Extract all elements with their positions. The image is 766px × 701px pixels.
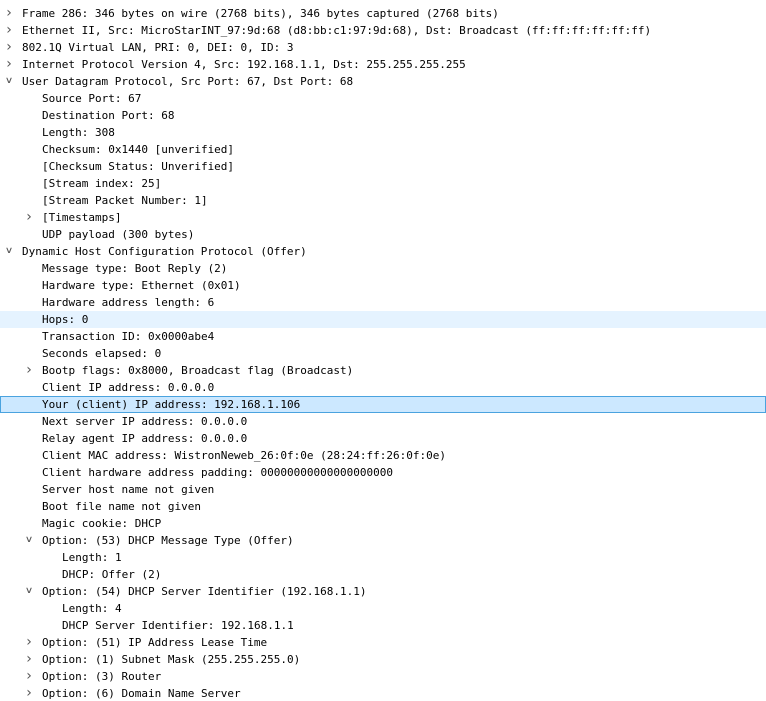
chevron-right-icon[interactable]: ›	[22, 634, 36, 651]
tree-row-label: [Timestamps]	[42, 211, 122, 224]
tree-row[interactable]: Checksum: 0x1440 [unverified]	[0, 141, 766, 158]
tree-row-label: Option: (6) Domain Name Server	[42, 687, 241, 700]
tree-row-label: Checksum: 0x1440 [unverified]	[42, 143, 235, 156]
tree-row[interactable]: › Frame 286: 346 bytes on wire (2768 bits…	[0, 5, 766, 22]
tree-row[interactable]: Magic cookie: DHCP	[0, 515, 766, 532]
tree-row[interactable]: Source Port: 67	[0, 90, 766, 107]
chevron-right-icon[interactable]: ›	[2, 5, 16, 22]
tree-row[interactable]: ∨ Option: (53) DHCP Message Type (Offer)	[0, 532, 766, 549]
tree-row-label: Server host name not given	[42, 483, 215, 496]
tree-row-label: Hops: 0	[42, 313, 89, 326]
chevron-right-icon[interactable]: ›	[22, 685, 36, 701]
tree-row[interactable]: › Internet Protocol Version 4, Src: 192.1…	[0, 56, 766, 73]
tree-row[interactable]: › Bootp flags: 0x8000, Broadcast flag (Br…	[0, 362, 766, 379]
chevron-right-icon[interactable]: ›	[22, 362, 36, 379]
tree-row[interactable]: Hops: 0	[0, 311, 766, 328]
tree-row[interactable]: Hardware address length: 6	[0, 294, 766, 311]
tree-row-label: Option: (1) Subnet Mask (255.255.255.0)	[42, 653, 301, 666]
tree-row[interactable]: Length: 1	[0, 549, 766, 566]
tree-row-label: UDP payload (300 bytes)	[42, 228, 195, 241]
tree-row-label: Bootp flags: 0x8000, Broadcast flag (Bro…	[42, 364, 354, 377]
tree-row-label: Hardware type: Ethernet (0x01)	[42, 279, 241, 292]
tree-row-label: Magic cookie: DHCP	[42, 517, 162, 530]
tree-row-label: Option: (54) DHCP Server Identifier (192…	[42, 585, 367, 598]
chevron-down-icon[interactable]: ∨	[20, 583, 38, 600]
tree-row-label: Transaction ID: 0x0000abe4	[42, 330, 215, 343]
tree-row-label: Seconds elapsed: 0	[42, 347, 162, 360]
chevron-right-icon[interactable]: ›	[2, 56, 16, 73]
tree-row-label: Ethernet II, Src: MicroStarINT_97:9d:68 …	[22, 24, 652, 37]
chevron-right-icon[interactable]: ›	[2, 22, 16, 39]
tree-row[interactable]: Your (client) IP address: 192.168.1.106	[0, 396, 766, 413]
tree-row-label: Destination Port: 68	[42, 109, 175, 122]
tree-row-label: Length: 4	[62, 602, 122, 615]
chevron-right-icon[interactable]: ›	[22, 668, 36, 685]
chevron-right-icon[interactable]: ›	[2, 39, 16, 56]
chevron-down-icon[interactable]: ∨	[20, 532, 38, 549]
tree-row-label: Dynamic Host Configuration Protocol (Off…	[22, 245, 307, 258]
packet-details-tree[interactable]: › Frame 286: 346 bytes on wire (2768 bits…	[0, 0, 766, 701]
tree-row[interactable]: [Checksum Status: Unverified]	[0, 158, 766, 175]
tree-row-label: Your (client) IP address: 192.168.1.106	[42, 398, 301, 411]
tree-row-label: Client IP address: 0.0.0.0	[42, 381, 215, 394]
tree-row-label: Client MAC address: WistronNeweb_26:0f:0…	[42, 449, 446, 462]
tree-row[interactable]: › [Timestamps]	[0, 209, 766, 226]
tree-row[interactable]: Seconds elapsed: 0	[0, 345, 766, 362]
tree-row[interactable]: Client IP address: 0.0.0.0	[0, 379, 766, 396]
tree-row[interactable]: ∨ Dynamic Host Configuration Protocol (Of…	[0, 243, 766, 260]
tree-row[interactable]: Length: 4	[0, 600, 766, 617]
tree-row-label: Client hardware address padding: 0000000…	[42, 466, 393, 479]
tree-row[interactable]: Boot file name not given	[0, 498, 766, 515]
tree-row-label: DHCP Server Identifier: 192.168.1.1	[62, 619, 294, 632]
tree-row[interactable]: › 802.1Q Virtual LAN, PRI: 0, DEI: 0, ID:…	[0, 39, 766, 56]
tree-row-label: Message type: Boot Reply (2)	[42, 262, 228, 275]
tree-row-label: Next server IP address: 0.0.0.0	[42, 415, 248, 428]
tree-row-label: DHCP: Offer (2)	[62, 568, 162, 581]
tree-row-label: Option: (3) Router	[42, 670, 162, 683]
tree-row-label: [Stream index: 25]	[42, 177, 162, 190]
tree-row-label: Frame 286: 346 bytes on wire (2768 bits)…	[22, 7, 499, 20]
tree-row-label: 802.1Q Virtual LAN, PRI: 0, DEI: 0, ID: …	[22, 41, 294, 54]
tree-row[interactable]: [Stream index: 25]	[0, 175, 766, 192]
tree-row-label: User Datagram Protocol, Src Port: 67, Ds…	[22, 75, 354, 88]
tree-row[interactable]: › Option: (6) Domain Name Server	[0, 685, 766, 701]
tree-row-label: Hardware address length: 6	[42, 296, 215, 309]
tree-row[interactable]: Message type: Boot Reply (2)	[0, 260, 766, 277]
tree-row[interactable]: Hardware type: Ethernet (0x01)	[0, 277, 766, 294]
tree-row[interactable]: Length: 308	[0, 124, 766, 141]
tree-row-label: Boot file name not given	[42, 500, 201, 513]
tree-row[interactable]: › Option: (51) IP Address Lease Time	[0, 634, 766, 651]
tree-row[interactable]: Relay agent IP address: 0.0.0.0	[0, 430, 766, 447]
tree-row-label: Internet Protocol Version 4, Src: 192.16…	[22, 58, 466, 71]
tree-row[interactable]: Next server IP address: 0.0.0.0	[0, 413, 766, 430]
chevron-right-icon[interactable]: ›	[22, 651, 36, 668]
tree-row[interactable]: › Option: (3) Router	[0, 668, 766, 685]
chevron-down-icon[interactable]: ∨	[0, 73, 18, 90]
tree-row-label: Relay agent IP address: 0.0.0.0	[42, 432, 248, 445]
tree-row[interactable]: Server host name not given	[0, 481, 766, 498]
tree-row[interactable]: ∨ Option: (54) DHCP Server Identifier (19…	[0, 583, 766, 600]
tree-row[interactable]: ∨ User Datagram Protocol, Src Port: 67, D…	[0, 73, 766, 90]
tree-row-label: Source Port: 67	[42, 92, 142, 105]
tree-row-label: Length: 308	[42, 126, 115, 139]
chevron-right-icon[interactable]: ›	[22, 209, 36, 226]
tree-row[interactable]: › Ethernet II, Src: MicroStarINT_97:9d:68…	[0, 22, 766, 39]
chevron-down-icon[interactable]: ∨	[0, 243, 18, 260]
tree-row[interactable]: DHCP: Offer (2)	[0, 566, 766, 583]
tree-row[interactable]: [Stream Packet Number: 1]	[0, 192, 766, 209]
tree-row[interactable]: Client MAC address: WistronNeweb_26:0f:0…	[0, 447, 766, 464]
tree-row[interactable]: UDP payload (300 bytes)	[0, 226, 766, 243]
tree-row[interactable]: Destination Port: 68	[0, 107, 766, 124]
tree-row-label: [Checksum Status: Unverified]	[42, 160, 235, 173]
tree-row-label: Length: 1	[62, 551, 122, 564]
tree-row[interactable]: Transaction ID: 0x0000abe4	[0, 328, 766, 345]
tree-row-label: Option: (53) DHCP Message Type (Offer)	[42, 534, 294, 547]
tree-row-label: [Stream Packet Number: 1]	[42, 194, 208, 207]
tree-row-label: Option: (51) IP Address Lease Time	[42, 636, 268, 649]
tree-row[interactable]: › Option: (1) Subnet Mask (255.255.255.0)	[0, 651, 766, 668]
tree-row[interactable]: Client hardware address padding: 0000000…	[0, 464, 766, 481]
tree-row[interactable]: DHCP Server Identifier: 192.168.1.1	[0, 617, 766, 634]
